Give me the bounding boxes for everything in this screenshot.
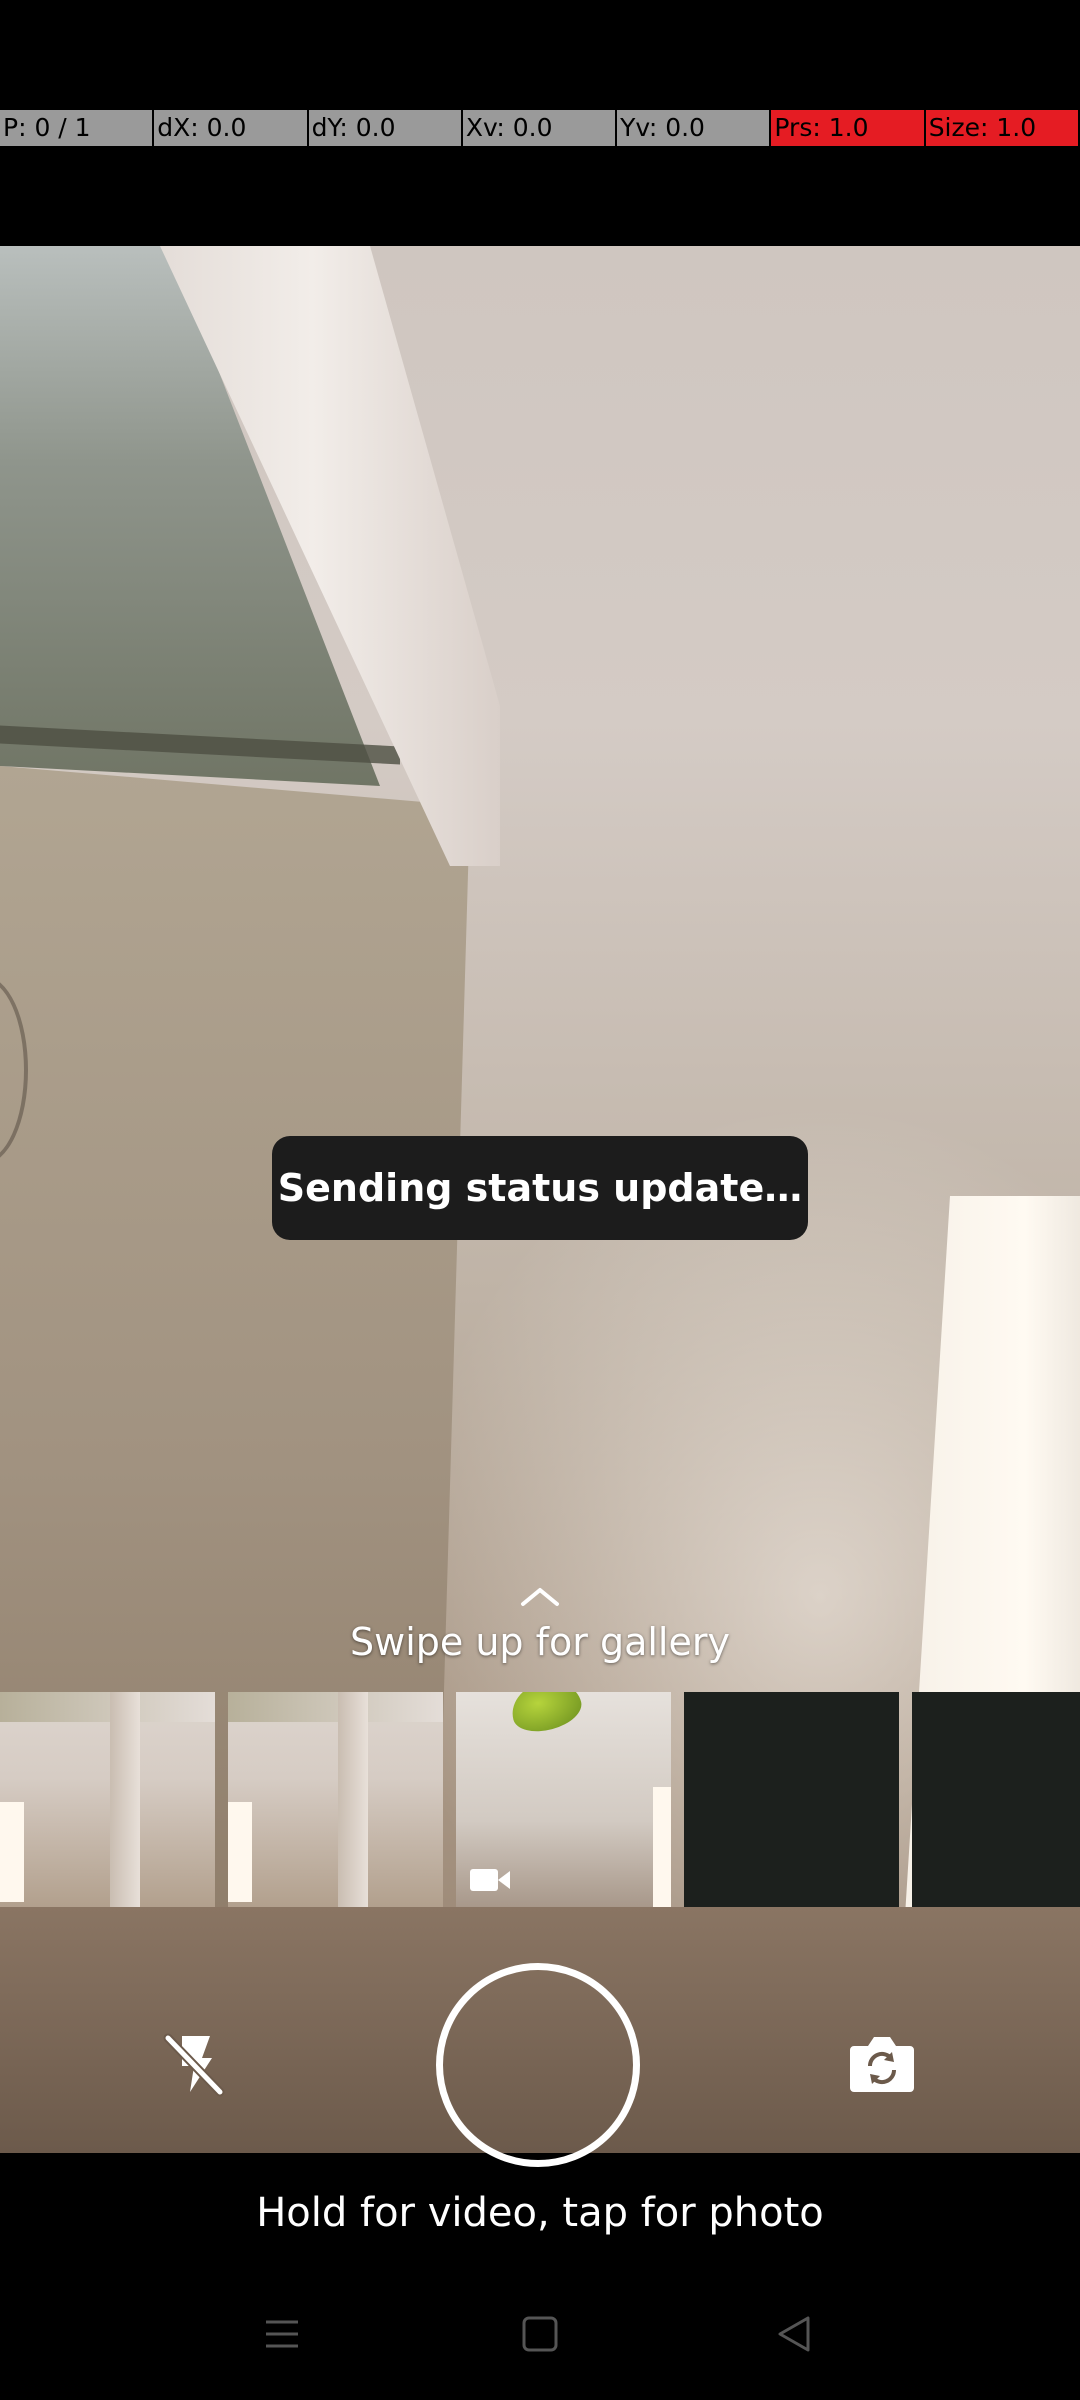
swipe-gallery-hint: Swipe up for gallery: [350, 1620, 730, 1664]
delta-y: dY: 0.0: [308, 110, 463, 146]
touch-size: Size: 1.0: [925, 110, 1080, 146]
gallery-thumbnail-video[interactable]: [456, 1692, 671, 1907]
velocity-x: Xv: 0.0: [462, 110, 618, 146]
gallery-thumbnail[interactable]: [684, 1692, 899, 1907]
gallery-strip[interactable]: [0, 1692, 1080, 1907]
status-toast: Sending status update…: [272, 1136, 808, 1240]
pressure: Prs: 1.0: [771, 110, 926, 146]
gallery-thumbnail[interactable]: [0, 1692, 215, 1907]
delta-x: dX: 0.0: [154, 110, 309, 146]
menu-icon[interactable]: [260, 2312, 304, 2356]
pointer-location-overlay: P: 0 / 1 dX: 0.0 dY: 0.0 Xv: 0.0 Yv: 0.0…: [0, 110, 1080, 146]
pointer-count: P: 0 / 1: [0, 110, 155, 146]
gallery-thumbnail[interactable]: [228, 1692, 443, 1907]
shutter-button[interactable]: [436, 1963, 640, 2167]
flash-off-icon[interactable]: [160, 2030, 228, 2098]
back-icon[interactable]: [772, 2312, 816, 2356]
gallery-thumbnail[interactable]: [912, 1692, 1080, 1907]
chevron-up-icon[interactable]: [520, 1585, 560, 1607]
capture-hint: Hold for video, tap for photo: [256, 2190, 824, 2236]
video-camera-icon: [470, 1869, 510, 1891]
switch-camera-icon[interactable]: [846, 2030, 918, 2098]
velocity-y: Yv: 0.0: [617, 110, 772, 146]
home-icon[interactable]: [518, 2312, 562, 2356]
